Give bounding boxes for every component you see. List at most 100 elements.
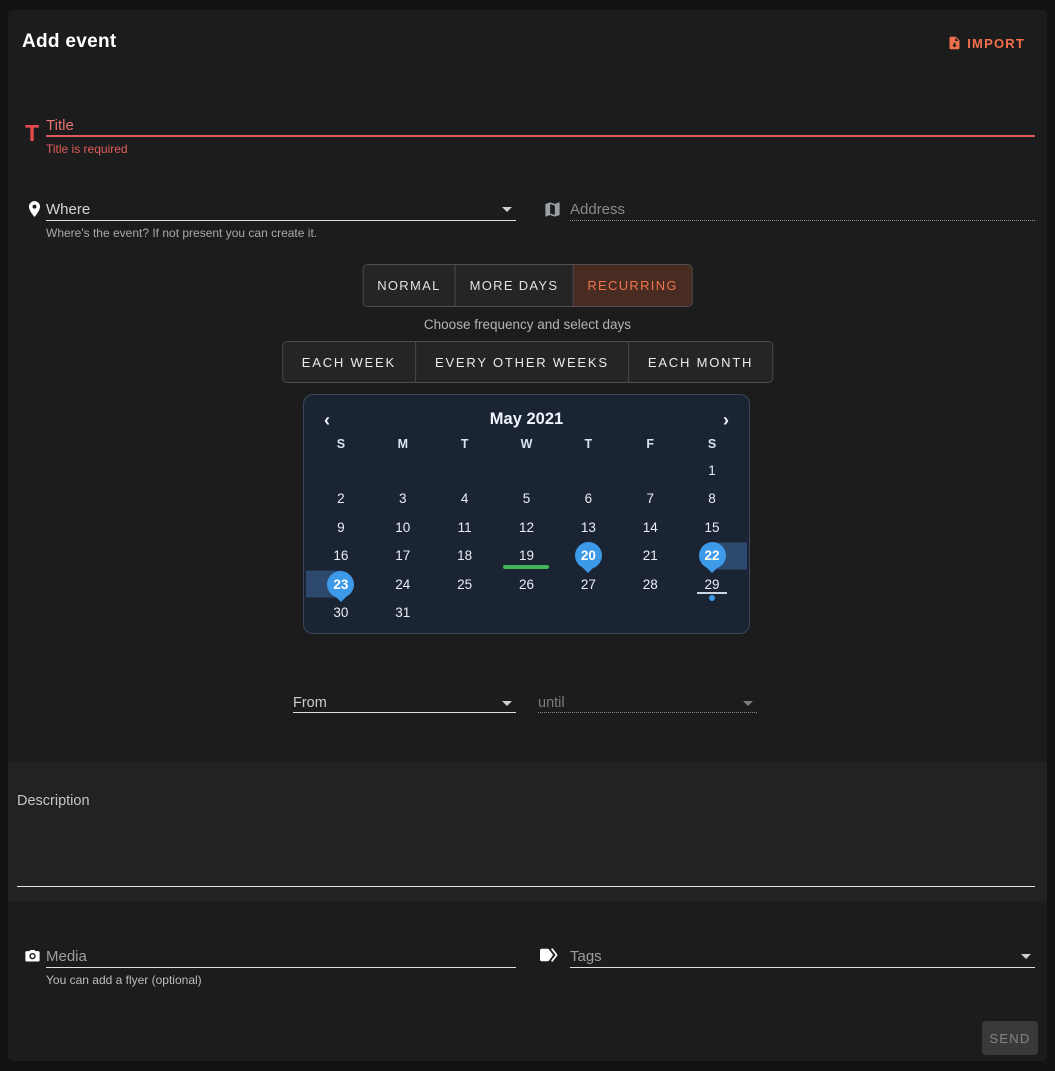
calendar-day[interactable]: 15 <box>681 513 743 542</box>
where-select[interactable]: Where Where's the event? If not present … <box>46 199 516 240</box>
calendar-weekday: S <box>310 437 372 451</box>
tab-recurring[interactable]: RECURRING <box>573 265 691 306</box>
from-select[interactable]: From <box>293 694 516 713</box>
tags-placeholder: Tags <box>570 948 602 965</box>
calendar-day-number[interactable]: 2 <box>327 485 354 512</box>
calendar-day-number[interactable]: 13 <box>575 514 602 541</box>
title-placeholder: Title <box>46 117 74 134</box>
address-placeholder: Address <box>570 201 625 218</box>
frequency-every-other-weeks-button[interactable]: EVERY OTHER WEEKS <box>416 342 629 382</box>
calendar-day-number[interactable]: 22 <box>699 542 726 569</box>
calendar-day-number[interactable]: 6 <box>575 485 602 512</box>
chevron-down-icon[interactable] <box>502 701 512 706</box>
calendar-day-number[interactable]: 28 <box>637 571 664 598</box>
calendar-empty-cell <box>619 599 681 628</box>
calendar-day[interactable]: 19 <box>496 542 558 571</box>
calendar-day-number[interactable]: 26 <box>513 571 540 598</box>
calendar-weekday: F <box>619 437 681 451</box>
calendar-day[interactable]: 17 <box>372 542 434 571</box>
calendar-day[interactable]: 28 <box>619 570 681 599</box>
calendar-day[interactable]: 20 <box>557 542 619 571</box>
title-input[interactable]: Title Title is required <box>46 115 1035 156</box>
tags-icon <box>537 943 561 967</box>
calendar-day[interactable]: 9 <box>310 513 372 542</box>
import-button[interactable]: IMPORT <box>947 34 1025 52</box>
calendar-weekday: T <box>557 437 619 451</box>
calendar-day-number[interactable]: 4 <box>451 485 478 512</box>
description-placeholder: Description <box>17 793 90 809</box>
calendar-prev-icon[interactable]: ‹ <box>320 409 334 431</box>
calendar-day-number[interactable]: 23 <box>327 571 354 598</box>
calendar-day-number[interactable]: 5 <box>513 485 540 512</box>
calendar-day-number[interactable]: 7 <box>637 485 664 512</box>
address-input[interactable]: Address <box>570 199 1035 221</box>
calendar-day[interactable]: 4 <box>434 485 496 514</box>
media-input[interactable]: Media You can add a flyer (optional) <box>46 946 516 987</box>
calendar-day-number[interactable]: 30 <box>327 599 354 626</box>
calendar-day-number[interactable]: 10 <box>389 514 416 541</box>
calendar: ‹ May 2021 › SMTWTFS 1234567891011121314… <box>303 394 750 634</box>
chevron-down-icon[interactable] <box>502 207 512 212</box>
calendar-day[interactable]: 13 <box>557 513 619 542</box>
calendar-day[interactable]: 1 <box>681 456 743 485</box>
calendar-day-number[interactable]: 17 <box>389 542 416 569</box>
page-title: Add event <box>22 31 117 53</box>
calendar-day-number[interactable]: 27 <box>575 571 602 598</box>
calendar-day[interactable]: 30 <box>310 599 372 628</box>
calendar-day-number[interactable]: 31 <box>389 599 416 626</box>
calendar-day[interactable]: 2 <box>310 485 372 514</box>
calendar-weekday: M <box>372 437 434 451</box>
calendar-day-number[interactable]: 9 <box>327 514 354 541</box>
calendar-day[interactable]: 22 <box>681 542 743 571</box>
calendar-day[interactable]: 12 <box>496 513 558 542</box>
calendar-day[interactable]: 27 <box>557 570 619 599</box>
calendar-day-number[interactable]: 3 <box>389 485 416 512</box>
calendar-day[interactable]: 5 <box>496 485 558 514</box>
until-placeholder: until <box>538 695 565 711</box>
until-select[interactable]: until <box>538 694 757 713</box>
calendar-day-number[interactable]: 18 <box>451 542 478 569</box>
calendar-day-number[interactable]: 12 <box>513 514 540 541</box>
calendar-day-number[interactable]: 8 <box>699 485 726 512</box>
calendar-day[interactable]: 25 <box>434 570 496 599</box>
calendar-day-number[interactable]: 21 <box>637 542 664 569</box>
calendar-day[interactable]: 26 <box>496 570 558 599</box>
frequency-each-month-button[interactable]: EACH MONTH <box>629 342 772 382</box>
calendar-day-number[interactable]: 1 <box>699 457 726 484</box>
calendar-day[interactable]: 18 <box>434 542 496 571</box>
calendar-next-icon[interactable]: › <box>719 409 733 431</box>
calendar-empty-cell <box>496 456 558 485</box>
calendar-day[interactable]: 23 <box>310 570 372 599</box>
calendar-day[interactable]: 3 <box>372 485 434 514</box>
calendar-day-number[interactable]: 11 <box>451 514 478 541</box>
calendar-day[interactable]: 21 <box>619 542 681 571</box>
calendar-day-number[interactable]: 15 <box>699 514 726 541</box>
today-underline <box>503 565 549 569</box>
calendar-day-number[interactable]: 20 <box>575 542 602 569</box>
calendar-day-number[interactable]: 24 <box>389 571 416 598</box>
calendar-day[interactable]: 6 <box>557 485 619 514</box>
calendar-day-number[interactable]: 14 <box>637 514 664 541</box>
calendar-day[interactable]: 14 <box>619 513 681 542</box>
tags-select[interactable]: Tags <box>570 946 1035 968</box>
calendar-empty-cell <box>557 599 619 628</box>
tab-more-days[interactable]: MORE DAYS <box>456 265 574 306</box>
calendar-day-number[interactable]: 25 <box>451 571 478 598</box>
calendar-day-number[interactable]: 16 <box>327 542 354 569</box>
send-button[interactable]: SEND <box>982 1021 1038 1055</box>
tab-normal[interactable]: NORMAL <box>363 265 455 306</box>
calendar-day[interactable]: 24 <box>372 570 434 599</box>
calendar-day[interactable]: 31 <box>372 599 434 628</box>
location-pin-icon <box>22 197 46 221</box>
calendar-day[interactable]: 16 <box>310 542 372 571</box>
map-icon <box>540 197 564 221</box>
calendar-weekday: S <box>681 437 743 451</box>
calendar-day[interactable]: 7 <box>619 485 681 514</box>
frequency-each-week-button[interactable]: EACH WEEK <box>283 342 416 382</box>
calendar-day[interactable]: 8 <box>681 485 743 514</box>
calendar-day[interactable]: 29 <box>681 570 743 599</box>
description-input[interactable] <box>17 886 1035 887</box>
calendar-day[interactable]: 10 <box>372 513 434 542</box>
calendar-day[interactable]: 11 <box>434 513 496 542</box>
chevron-down-icon[interactable] <box>1021 954 1031 959</box>
